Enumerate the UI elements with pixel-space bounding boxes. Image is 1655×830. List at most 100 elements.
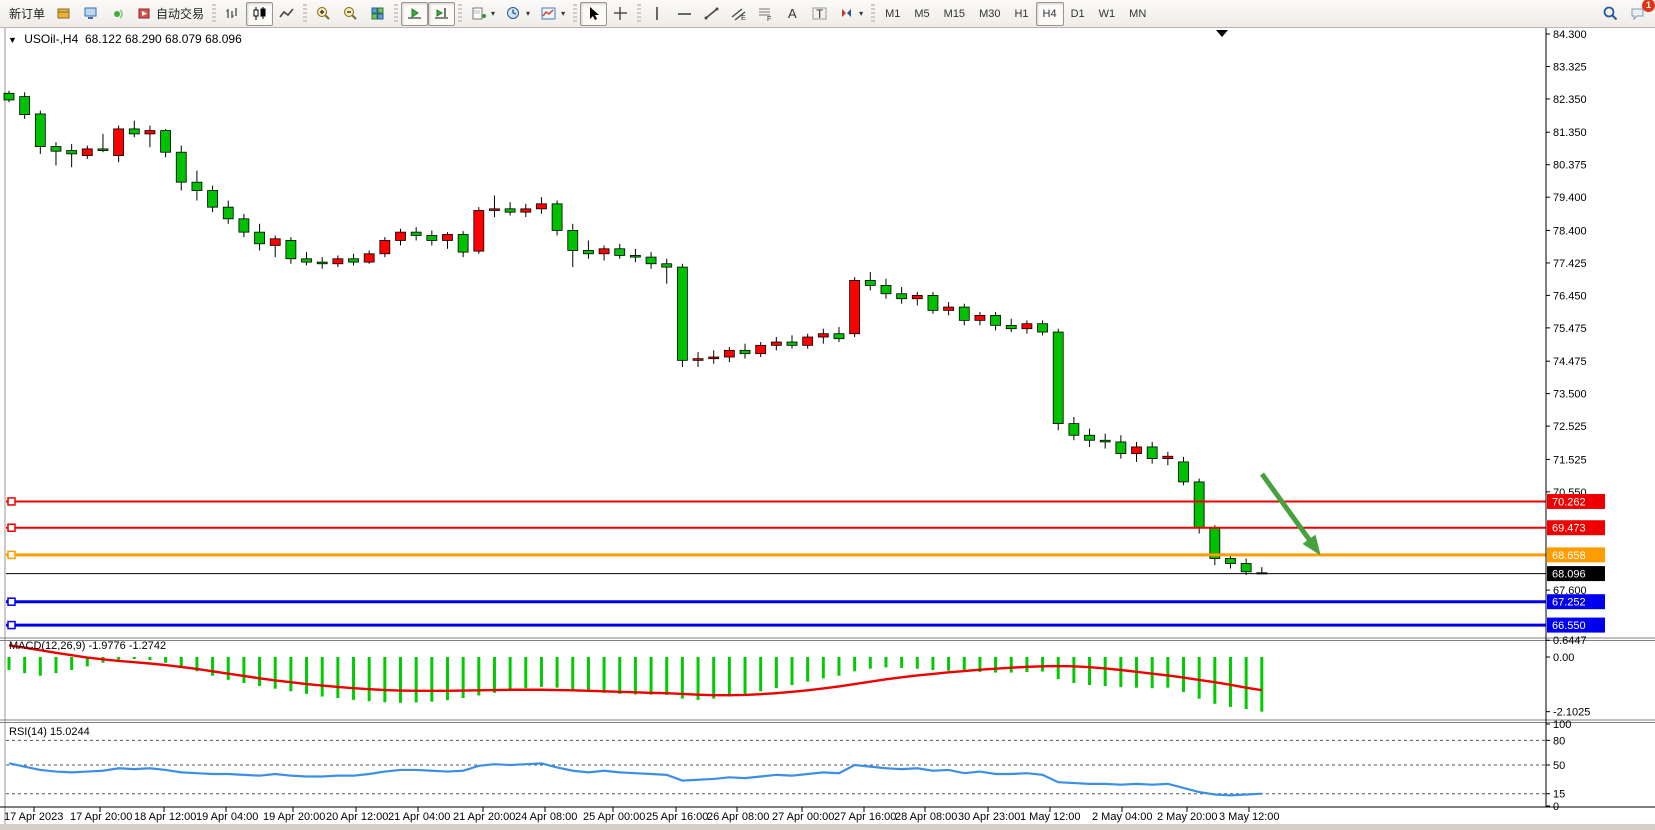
candle [740,350,750,353]
timeframe-d1-button[interactable]: D1 [1064,2,1092,26]
candle [803,337,813,345]
template-glyph [540,5,557,22]
autotrade-glyph [136,5,153,22]
vertical-line-button[interactable] [644,2,671,26]
candle [1163,456,1173,458]
time-tick-label: 25 Apr 16:00 [646,811,708,823]
crosshair-button[interactable] [607,2,634,26]
price-tick-label: 79.400 [1553,192,1587,204]
macd-tick-label: -2.1025 [1553,707,1590,719]
candle [693,359,703,361]
textA-glyph: A [784,5,801,22]
candle [67,151,77,154]
zoomout-glyph [342,5,359,22]
candle [756,345,766,353]
candle [1132,447,1142,454]
candle [615,249,625,256]
time-tick-label: 27 Apr 00:00 [772,811,834,823]
line-handle[interactable] [8,551,15,558]
time-tick-label: 19 Apr 04:00 [196,811,258,823]
svg-text:A: A [788,6,797,21]
notifications-button[interactable]: 1 [1624,2,1651,26]
line-handle[interactable] [8,622,15,629]
profiles-button[interactable]: ▾ [500,2,535,26]
window-bottom-strip [0,824,1655,830]
timeframe-m5-button[interactable]: M5 [907,2,936,26]
candle [349,259,359,262]
autoscroll-glyph [406,5,423,22]
new-order-button[interactable]: 新订单 [4,2,50,26]
auto-trading-button[interactable]: 自动交易 [131,2,209,26]
line-handle[interactable] [8,524,15,531]
search-button[interactable] [1597,2,1624,26]
candle [881,285,891,293]
fibonacci-button[interactable]: F [752,2,779,26]
rsi-tick-label: 15 [1553,789,1565,801]
candlestick-chart-button[interactable] [246,2,273,26]
chart-ohlc-values: 68.122 68.290 68.079 68.096 [85,32,242,46]
text-button[interactable]: A [779,2,806,26]
text-label-button[interactable]: T [806,2,833,26]
signals-icon[interactable] [104,2,131,26]
zoom-in-button[interactable] [310,2,337,26]
price-line-badge-label: 68.096 [1552,569,1586,581]
timeframe-h1-button[interactable]: H1 [1007,2,1035,26]
main-toolbar: 新订单自动交易▾▾▾EFAT▾M1M5M15M30H1H4D1W1MN1 [0,0,1655,28]
new-chart-button[interactable]: ▾ [465,2,500,26]
timeframe-w1-button[interactable]: W1 [1092,2,1123,26]
timeframe-mn-button[interactable]: MN [1122,2,1153,26]
cursor-button[interactable] [580,2,607,26]
tile-windows-button[interactable] [364,2,391,26]
candle [474,210,484,251]
candle [317,262,327,264]
clock-glyph [505,5,522,22]
line-chart-button[interactable] [273,2,300,26]
candle [442,234,452,240]
bars-glyph [224,5,241,22]
horizontal-line-button[interactable] [671,2,698,26]
history-center-icon[interactable] [50,2,77,26]
chart-canvas: 84.30083.32582.35081.35080.37579.40078.4… [0,28,1655,830]
time-tick-label: 21 Apr 20:00 [453,811,515,823]
candle [1147,447,1157,459]
trendline-button[interactable] [698,2,725,26]
bar-chart-button[interactable] [219,2,246,26]
candle [82,149,92,156]
timeframe-h4-button[interactable]: H4 [1036,2,1064,26]
chart-menu-arrow-icon[interactable]: ▼ [8,35,17,45]
toolbar-separator [871,4,875,24]
search-glyph [1602,5,1619,22]
timeframe-m15-button[interactable]: M15 [937,2,972,26]
price-tick-label: 83.325 [1553,61,1587,73]
time-tick-label: 21 Apr 04:00 [388,811,450,823]
arrows-button[interactable]: ▾ [833,2,868,26]
candle [865,280,875,285]
price-line-badge-label: 70.262 [1552,496,1586,508]
equidistant-channel-button[interactable]: E [725,2,752,26]
candle [818,334,828,337]
price-tick-label: 80.375 [1553,160,1587,172]
candle [302,259,312,262]
timeframe-m1-button[interactable]: M1 [878,2,907,26]
candle [536,204,546,209]
price-line-badge-label: 69.473 [1552,523,1586,535]
candle [1053,332,1063,424]
hline-glyph [676,5,693,22]
auto-scroll-button[interactable] [401,2,428,26]
zoom-out-button[interactable] [337,2,364,26]
price-line-badge-label: 66.550 [1552,620,1586,632]
candle [145,131,155,134]
candle [568,230,578,250]
terminal-icon[interactable] [77,2,104,26]
trendline-glyph [703,5,720,22]
line-handle[interactable] [8,498,15,505]
price-tick-label: 81.350 [1553,127,1587,139]
templates-button[interactable]: ▾ [535,2,570,26]
line-handle[interactable] [8,598,15,605]
timeframe-m30-button[interactable]: M30 [972,2,1007,26]
candle [208,191,218,208]
candle [724,350,734,357]
chart-shift-button[interactable] [428,2,455,26]
candle [129,129,139,134]
candle [583,250,593,253]
